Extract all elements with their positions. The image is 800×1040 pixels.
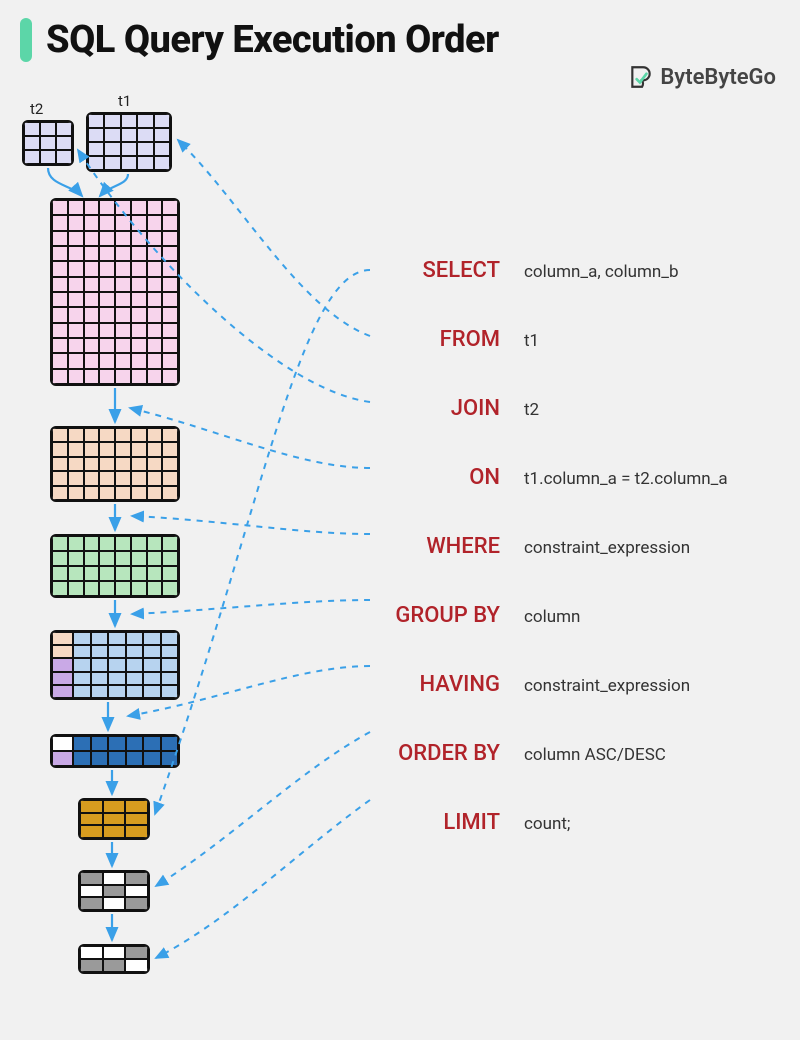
keyword-from: FROM <box>370 327 500 352</box>
stage-select <box>78 798 150 840</box>
table-t1 <box>86 112 172 172</box>
table-label-t2: t2 <box>30 100 43 118</box>
table-t2 <box>22 120 74 166</box>
stage-orderby <box>78 870 150 912</box>
clause-groupby: GROUP BY column <box>370 603 728 628</box>
stage-having <box>50 734 180 768</box>
keyword-having: HAVING <box>370 672 500 697</box>
keyword-select: SELECT <box>370 258 500 283</box>
arg-limit: count; <box>524 814 571 834</box>
arg-select: column_a, column_b <box>524 262 679 282</box>
clause-on: ON t1.column_a = t2.column_a <box>370 465 728 490</box>
arg-groupby: column <box>524 607 580 627</box>
stage-groupby <box>50 630 180 700</box>
brand-logo-icon <box>628 64 654 90</box>
stage-where <box>50 534 180 598</box>
keyword-on: ON <box>370 465 500 490</box>
clause-join: JOIN t2 <box>370 396 728 421</box>
stage-crossjoin <box>50 198 180 386</box>
keyword-orderby: ORDER BY <box>370 741 500 766</box>
clause-select: SELECT column_a, column_b <box>370 258 728 283</box>
arg-from: t1 <box>524 331 539 351</box>
title-bar: SQL Query Execution Order <box>0 0 800 70</box>
brand-name: ByteByteGo <box>660 65 776 90</box>
accent-bar <box>20 18 32 62</box>
arg-where: constraint_expression <box>524 538 690 558</box>
brand: ByteByteGo <box>628 64 776 90</box>
keyword-limit: LIMIT <box>370 810 500 835</box>
clause-list: SELECT column_a, column_b FROM t1 JOIN t… <box>370 258 728 835</box>
arg-orderby: column ASC/DESC <box>524 745 666 765</box>
clause-from: FROM t1 <box>370 327 728 352</box>
arg-join: t2 <box>524 400 539 420</box>
arg-having: constraint_expression <box>524 676 690 696</box>
keyword-where: WHERE <box>370 534 500 559</box>
clause-having: HAVING constraint_expression <box>370 672 728 697</box>
keyword-join: JOIN <box>370 396 500 421</box>
table-label-t1: t1 <box>118 92 131 110</box>
clause-orderby: ORDER BY column ASC/DESC <box>370 741 728 766</box>
stage-limit <box>78 944 150 974</box>
keyword-groupby: GROUP BY <box>370 603 500 628</box>
arg-on: t1.column_a = t2.column_a <box>524 469 728 489</box>
clause-where: WHERE constraint_expression <box>370 534 728 559</box>
stage-on <box>50 426 180 502</box>
clause-limit: LIMIT count; <box>370 810 728 835</box>
page-title: SQL Query Execution Order <box>46 18 499 62</box>
